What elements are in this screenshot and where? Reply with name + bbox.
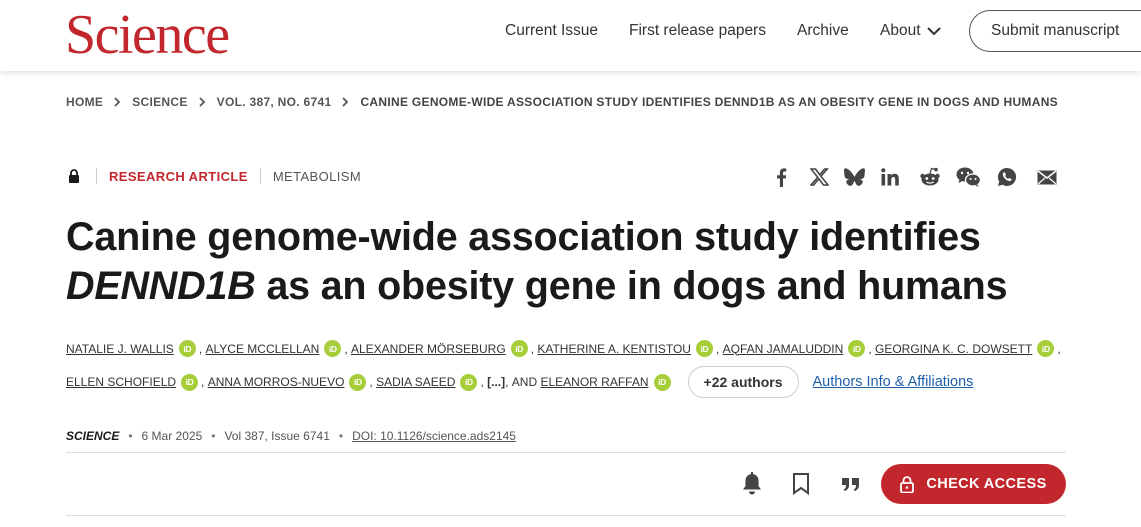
author-link[interactable]: NATALIE J. WALLIS <box>66 342 174 356</box>
nav-link[interactable]: First release papers <box>629 22 766 40</box>
nav-archive[interactable]: Archive <box>797 0 849 62</box>
check-access-label: CHECK ACCESS <box>926 476 1047 492</box>
chevron-right-icon <box>114 97 121 107</box>
orcid-icon[interactable]: iD <box>349 373 367 391</box>
breadcrumb-current: CANINE GENOME-WIDE ASSOCIATION STUDY IDE… <box>360 95 1058 109</box>
journal-name: SCIENCE <box>66 429 120 443</box>
lock-icon <box>66 169 82 183</box>
article-type[interactable]: RESEARCH ARTICLE <box>109 169 248 184</box>
share-bar <box>770 166 1058 188</box>
divider <box>66 515 1066 516</box>
whatsapp-icon[interactable] <box>996 166 1018 188</box>
article-meta: RESEARCH ARTICLE METABOLISM <box>66 168 361 184</box>
check-access-button[interactable]: CHECK ACCESS <box>881 464 1066 504</box>
author-link[interactable]: ALYCE MCCLELLAN <box>205 342 319 356</box>
more-authors-button[interactable]: +22 authors <box>687 366 799 398</box>
author-link[interactable]: KATHERINE A. KENTISTOU <box>537 342 691 356</box>
divider <box>259 168 261 184</box>
nav-link[interactable]: Archive <box>797 22 849 40</box>
volume-issue[interactable]: Vol 387, Issue 6741 <box>224 429 329 443</box>
authors-affiliations-link[interactable]: Authors Info & Affiliations <box>813 374 974 390</box>
orcid-icon[interactable]: iD <box>653 373 671 391</box>
doi-link[interactable]: DOI: 10.1126/science.ads2145 <box>352 429 516 443</box>
divider <box>96 168 97 184</box>
orcid-icon[interactable]: iD <box>510 340 528 357</box>
orcid-icon[interactable]: iD <box>460 373 478 391</box>
chevron-right-icon <box>342 97 349 107</box>
nav-link-about[interactable]: About <box>880 22 941 40</box>
chevron-down-icon <box>926 26 941 35</box>
author-link[interactable]: ALEXANDER MÖRSEBURG <box>351 342 506 356</box>
reddit-icon[interactable] <box>919 166 941 188</box>
title-text-2: as an obesity gene in dogs and humans <box>255 264 1008 308</box>
nav-current-issue[interactable]: Current Issue <box>505 0 598 62</box>
email-icon[interactable] <box>1036 166 1058 188</box>
title-text-1: Canine genome-wide association study ide… <box>66 215 981 259</box>
science-logo[interactable]: Science <box>65 4 230 66</box>
article-title: Canine genome-wide association study ide… <box>66 213 1066 311</box>
orcid-icon[interactable]: iD <box>181 373 199 391</box>
x-icon[interactable] <box>808 166 830 188</box>
nav-link[interactable]: Current Issue <box>505 22 598 40</box>
title-gene: DENND1B <box>66 264 256 308</box>
breadcrumb-home[interactable]: HOME <box>66 95 103 109</box>
wechat-icon[interactable] <box>955 166 981 188</box>
author-link[interactable]: ELEANOR RAFFAN <box>540 375 648 389</box>
nav-first-release[interactable]: First release papers <box>629 0 766 62</box>
submit-manuscript-button[interactable]: Submit manuscript <box>969 10 1141 52</box>
site-header: Science Current Issue First release pape… <box>0 0 1141 71</box>
breadcrumb-volume[interactable]: VOL. 387, NO. 6741 <box>217 95 332 109</box>
bell-icon[interactable] <box>740 472 764 496</box>
publish-date: 6 Mar 2025 <box>141 429 203 443</box>
bookmark-icon[interactable] <box>789 472 813 496</box>
quote-icon[interactable] <box>839 472 863 496</box>
citation-line: SCIENCE • 6 Mar 2025 • Vol 387, Issue 67… <box>66 429 516 443</box>
breadcrumb-science[interactable]: SCIENCE <box>132 95 187 109</box>
nav-about[interactable]: About <box>880 0 941 62</box>
nav-about-label: About <box>880 22 921 39</box>
author-link[interactable]: SADIA SAEED <box>376 375 455 389</box>
author-link[interactable]: ANNA MORROS-NUEVO <box>208 375 345 389</box>
orcid-icon[interactable]: iD <box>695 340 713 357</box>
orcid-icon[interactable]: iD <box>324 340 342 357</box>
and-label: AND <box>511 375 538 389</box>
facebook-icon[interactable] <box>770 166 792 188</box>
chevron-right-icon <box>199 97 206 107</box>
author-link[interactable]: GEORGINA K. C. DOWSETT <box>875 342 1032 356</box>
orcid-icon[interactable]: iD <box>178 340 196 357</box>
bluesky-icon[interactable] <box>843 166 865 188</box>
authors-ellipsis[interactable]: [...] <box>487 375 505 389</box>
lock-icon <box>900 475 915 493</box>
authors-row-1: NATALIE J. WALLIS iD, ALYCE MCCLELLAN iD, … <box>66 340 1061 357</box>
breadcrumb: HOME SCIENCE VOL. 387, NO. 6741 CANINE G… <box>66 95 1058 109</box>
author-link[interactable]: ELLEN SCHOFIELD <box>66 375 176 389</box>
linkedin-icon[interactable] <box>879 166 901 188</box>
author-link[interactable]: AQFAN JAMALUDDIN <box>723 342 844 356</box>
article-subject[interactable]: METABOLISM <box>273 169 361 184</box>
orcid-icon[interactable]: iD <box>1037 340 1055 357</box>
divider <box>66 452 1066 453</box>
authors-row-2: ELLEN SCHOFIELD iD, ANNA MORROS-NUEVO iD, … <box>66 366 973 398</box>
orcid-icon[interactable]: iD <box>848 340 866 357</box>
